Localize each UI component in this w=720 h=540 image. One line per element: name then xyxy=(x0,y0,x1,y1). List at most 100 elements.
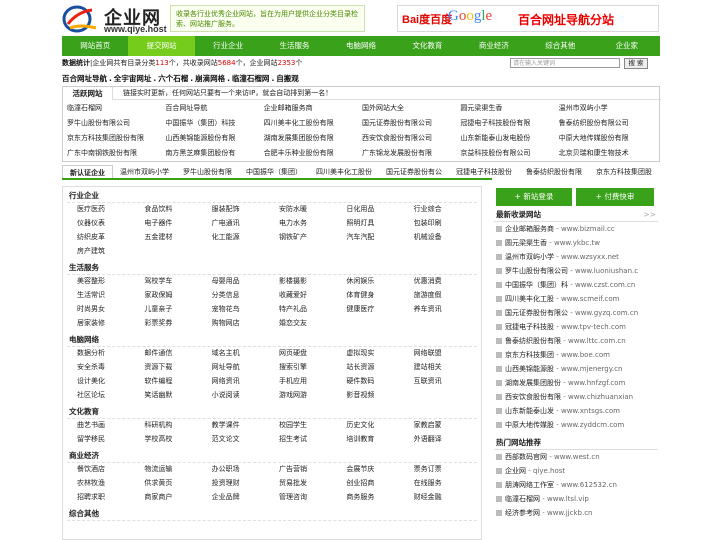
category-link[interactable]: 培训教育 xyxy=(346,433,413,446)
category-link[interactable]: 商务服务 xyxy=(346,491,413,504)
tab-item[interactable]: 冠捷电子科技股份 xyxy=(449,165,519,178)
category-link[interactable]: 校园学生 xyxy=(279,419,346,432)
category-link[interactable]: 美容整形 xyxy=(77,275,144,288)
category-link[interactable]: 安防水暖 xyxy=(279,203,346,216)
live-site-link[interactable]: 中原大地传媒股份有限 xyxy=(559,132,657,144)
category-link[interactable]: 在线服务 xyxy=(414,477,481,490)
live-site-link[interactable]: 罗牛山股份有限公司 xyxy=(67,117,165,129)
category-link[interactable]: 养车资讯 xyxy=(414,303,481,316)
category-link[interactable]: 科研机构 xyxy=(144,419,211,432)
live-site-link[interactable]: 山西美锦能源股份有限 xyxy=(165,132,263,144)
side-site-item[interactable]: 中原大地传媒股 - www.zyddcm.com xyxy=(494,418,658,432)
category-link[interactable]: 管理咨询 xyxy=(279,491,346,504)
category-link[interactable]: 软件编程 xyxy=(144,375,211,388)
side-site-item[interactable]: 山西美锦能源股 - www.mjenergy.cn xyxy=(494,362,658,376)
category-link[interactable]: 站长资源 xyxy=(346,361,413,374)
nav-item[interactable]: 综合其他 xyxy=(527,36,593,56)
category-link[interactable]: 仪器仪表 xyxy=(77,217,144,230)
live-site-link[interactable]: 百合网址导航 xyxy=(165,102,263,114)
category-link[interactable]: 历史文化 xyxy=(346,419,413,432)
paid-review-button[interactable]: + 付费快审 xyxy=(576,188,654,206)
category-link[interactable]: 影楼摄影 xyxy=(279,275,346,288)
live-site-link[interactable]: 京益科技股份有限公司 xyxy=(460,147,558,159)
category-link[interactable]: 投资理财 xyxy=(212,477,279,490)
site-logo[interactable]: 企业网 www.qiye.host xyxy=(62,4,172,34)
category-link[interactable]: 票务订票 xyxy=(414,463,481,476)
category-link[interactable]: 企业品牌 xyxy=(212,491,279,504)
favorite-link[interactable]: 临潼石榴网 xyxy=(232,74,270,83)
category-link[interactable]: 宠物花鸟 xyxy=(212,303,279,316)
category-link[interactable]: 汽车汽配 xyxy=(346,231,413,244)
category-link[interactable]: 会展节庆 xyxy=(346,463,413,476)
category-link[interactable]: 招生考试 xyxy=(279,433,346,446)
side-site-item[interactable]: 圆元梁渠生香 - www.ykbc.tw xyxy=(494,236,658,250)
side-site-item[interactable]: 经济参考网 - www.jjckb.cn xyxy=(494,506,658,520)
side-site-item[interactable]: 四川美丰化工股 - www.scmeif.com xyxy=(494,292,658,306)
category-link[interactable]: 游戏网游 xyxy=(279,389,346,402)
side-site-item[interactable]: 京东方科技集团 - www.boe.com xyxy=(494,348,658,362)
side-site-item[interactable]: 国元证券股份有限公 - www.gyzq.com.cn xyxy=(494,306,658,320)
category-link[interactable]: 硬件数码 xyxy=(346,375,413,388)
category-link[interactable]: 域名主机 xyxy=(212,347,279,360)
category-link[interactable]: 服装配饰 xyxy=(212,203,279,216)
nav-item[interactable]: 企业家 xyxy=(594,36,660,56)
side-site-item[interactable]: 湖南发展集团股份 - www.hnfzgf.com xyxy=(494,376,658,390)
category-link[interactable]: 行业综合 xyxy=(414,203,481,216)
category-link[interactable]: 家政保姆 xyxy=(144,289,211,302)
side-site-item[interactable]: 朋涛网络工作室 - www.612532.cn xyxy=(494,478,658,492)
more-link[interactable]: >> xyxy=(643,208,656,222)
category-link[interactable]: 食品饮料 xyxy=(144,203,211,216)
category-link[interactable]: 邮件通信 xyxy=(144,347,211,360)
category-link[interactable]: 设计美化 xyxy=(77,375,144,388)
live-site-link[interactable]: 广东中南钢铁股份有限 xyxy=(67,147,165,159)
category-link[interactable]: 购物网店 xyxy=(212,317,279,330)
category-link[interactable]: 家教启蒙 xyxy=(414,419,481,432)
search-button[interactable]: 搜 索 xyxy=(624,58,648,69)
nav-item[interactable]: 商业经济 xyxy=(461,36,527,56)
live-site-link[interactable]: 合肥丰乐种业股份有限 xyxy=(264,147,362,159)
live-site-link[interactable]: 南方黑芝麻集团股份有 xyxy=(165,147,263,159)
category-link[interactable]: 范文论文 xyxy=(212,433,279,446)
category-link[interactable]: 特产礼品 xyxy=(279,303,346,316)
side-site-item[interactable]: 温州市双屿小学 - www.wzsyxx.net xyxy=(494,250,658,264)
category-link[interactable]: 婚恋交友 xyxy=(279,317,346,330)
favorite-link[interactable]: 崩滴网格 xyxy=(195,74,225,83)
submit-site-button[interactable]: + 新站登录 xyxy=(496,188,572,206)
tab-item[interactable]: 京东方科技集团股 xyxy=(589,165,659,178)
category-link[interactable]: 办公职场 xyxy=(212,463,279,476)
category-link[interactable]: 照明灯具 xyxy=(346,217,413,230)
category-link[interactable]: 手机应用 xyxy=(279,375,346,388)
live-site-link[interactable]: 企业邮箱服务商 xyxy=(264,102,362,114)
nav-item[interactable]: 文化教育 xyxy=(394,36,460,56)
category-link[interactable]: 安全杀毒 xyxy=(77,361,144,374)
category-link[interactable]: 供求黄页 xyxy=(144,477,211,490)
category-link[interactable]: 招聘求职 xyxy=(77,491,144,504)
nav-item[interactable]: 行业企业 xyxy=(195,36,261,56)
tab-item[interactable]: 国元证券股份有公 xyxy=(379,165,449,178)
category-link[interactable]: 财经金融 xyxy=(414,491,481,504)
category-link[interactable]: 广告营销 xyxy=(279,463,346,476)
side-site-item[interactable]: 企业邮箱服务商 - www.bizmail.cc xyxy=(494,222,658,236)
category-link[interactable]: 母婴用品 xyxy=(212,275,279,288)
side-site-item[interactable]: 企业网 - qiye.host xyxy=(494,464,658,478)
category-link[interactable]: 网址导航 xyxy=(212,361,279,374)
category-link[interactable]: 影音视频 xyxy=(346,389,413,402)
category-link[interactable]: 五金建材 xyxy=(144,231,211,244)
category-link[interactable]: 学校高校 xyxy=(144,433,211,446)
live-site-link[interactable]: 四川美丰化工股份有限 xyxy=(264,117,362,129)
category-link[interactable]: 数据分析 xyxy=(77,347,144,360)
category-link[interactable]: 互联资讯 xyxy=(414,375,481,388)
live-site-link[interactable]: 广东锦龙发展股份有限 xyxy=(362,147,460,159)
category-link[interactable]: 收藏爱好 xyxy=(279,289,346,302)
live-site-link[interactable]: 湖南发展集团股份有限 xyxy=(264,132,362,144)
category-link[interactable]: 房产建筑 xyxy=(77,245,144,258)
category-link[interactable]: 农林牧渔 xyxy=(77,477,144,490)
category-link[interactable]: 广电通讯 xyxy=(212,217,279,230)
category-link[interactable]: 网络资讯 xyxy=(212,375,279,388)
favorite-link[interactable]: 百合网址导航 xyxy=(62,74,107,83)
category-link[interactable]: 贸易批发 xyxy=(279,477,346,490)
live-site-link[interactable]: 中国振华（集团）科技 xyxy=(165,117,263,129)
favorite-link[interactable]: 六个石榴 xyxy=(158,74,188,83)
category-link[interactable]: 机械设备 xyxy=(414,231,481,244)
category-link[interactable]: 纺织皮革 xyxy=(77,231,144,244)
